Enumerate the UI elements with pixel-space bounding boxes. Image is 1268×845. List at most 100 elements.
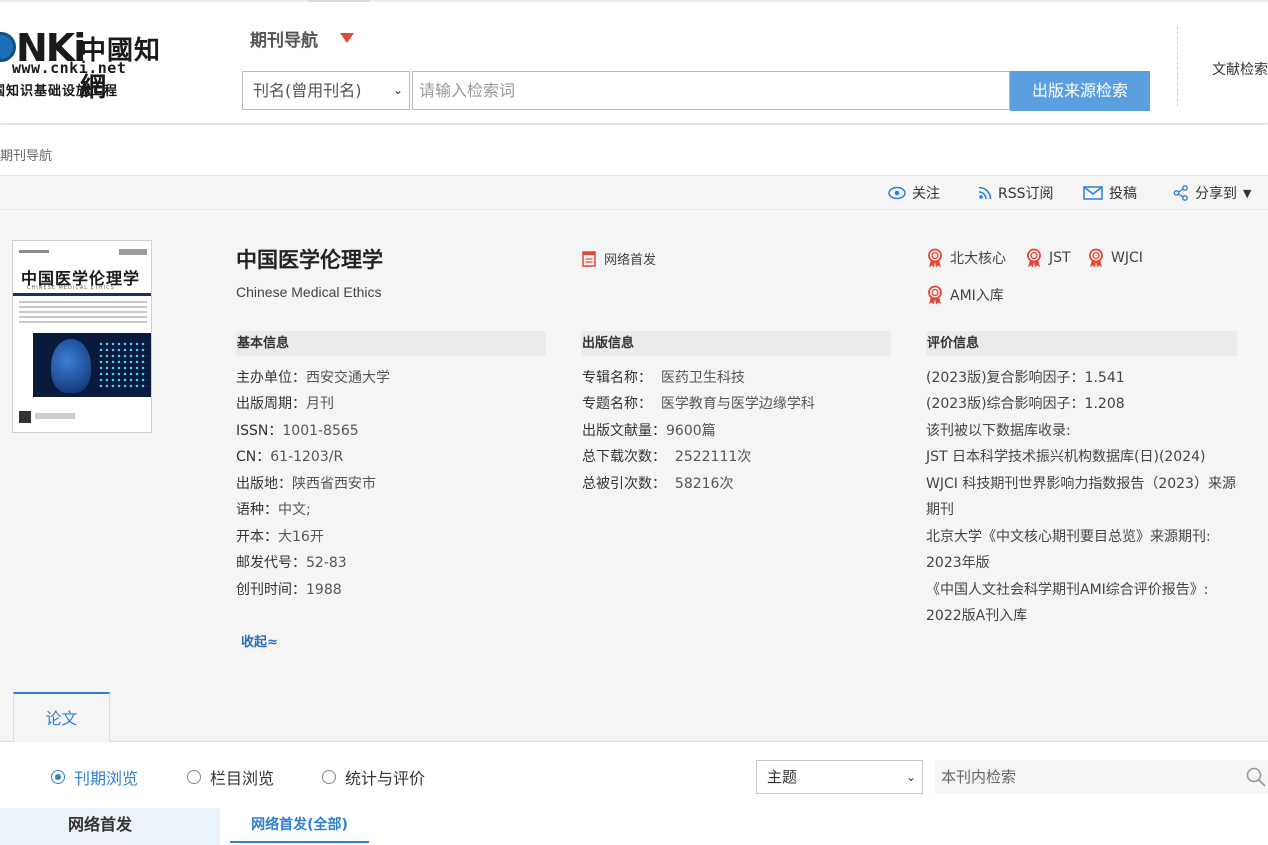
award-icon bbox=[928, 248, 942, 268]
eval-line: 《中国人文社会科学期刊AMI综合评价报告》: bbox=[926, 582, 1209, 598]
logo-subtitle: 国知识基础设施工程 bbox=[0, 84, 119, 99]
source-search-button[interactable]: 出版来源检索 bbox=[1010, 71, 1150, 111]
follow-button[interactable]: 关注 bbox=[888, 183, 940, 203]
radio-column-browse[interactable]: 栏目浏览 bbox=[187, 765, 274, 789]
info-row: 创刊时间：1988 bbox=[236, 582, 342, 598]
collapse-link[interactable]: 收起≈ bbox=[241, 631, 278, 650]
info-row: 总下载次数： 2522111次 bbox=[582, 449, 752, 465]
badge-ami[interactable]: AMI入库 bbox=[926, 285, 1004, 305]
left-panel-first-online[interactable]: 网络首发 bbox=[0, 808, 220, 845]
site-header: NKi 中國知網 www.cnki.net 国知识基础设施工程 期刊导航 刊名(… bbox=[0, 0, 1268, 124]
search-icon[interactable] bbox=[1246, 767, 1266, 787]
eval-line: (2023版)综合影响因子：1.208 bbox=[926, 396, 1125, 412]
first-online-label: 网络首发 bbox=[604, 253, 657, 268]
info-row: 语种：中文; bbox=[236, 502, 311, 518]
chevron-down-icon: ⌄ bbox=[392, 83, 403, 97]
inner-search-placeholder: 本刊内检索 bbox=[941, 768, 1017, 786]
cover-header-decoration bbox=[19, 249, 147, 255]
share-icon bbox=[1173, 185, 1188, 201]
chevron-down-icon: ⌄ bbox=[905, 770, 916, 784]
logo-url: www.cnki.net bbox=[12, 59, 127, 77]
badge-pku-core[interactable]: 北大核心 bbox=[926, 248, 1006, 268]
share-button[interactable]: 分享到 ▼ bbox=[1173, 183, 1251, 203]
document-icon bbox=[582, 250, 596, 267]
journal-title: 中国医学伦理学 bbox=[236, 248, 383, 272]
badge-label: 北大核心 bbox=[950, 251, 1006, 267]
badge-wjci[interactable]: WJCI bbox=[1087, 248, 1143, 268]
info-row: 出版地：陕西省西安市 bbox=[236, 476, 376, 492]
info-row: 开本：大16开 bbox=[236, 529, 324, 545]
search-field-select[interactable]: 刊名(曾用刊名) ⌄ bbox=[242, 71, 410, 110]
cover-band bbox=[13, 293, 151, 296]
radio-stats[interactable]: 统计与评价 bbox=[322, 765, 425, 789]
eval-line: 2022版A刊入库 bbox=[926, 608, 1028, 624]
cover-toc-lines bbox=[19, 301, 147, 331]
eval-line: 期刊 bbox=[926, 502, 954, 518]
journal-title-en: Chinese Medical Ethics bbox=[236, 284, 382, 300]
rss-button[interactable]: RSS订阅 bbox=[978, 183, 1054, 203]
eye-icon bbox=[888, 186, 906, 200]
header-top-line bbox=[0, 0, 1268, 2]
envelope-icon bbox=[1083, 186, 1103, 200]
radio-label: 栏目浏览 bbox=[210, 769, 275, 788]
tab-papers[interactable]: 论文 bbox=[13, 692, 110, 742]
journal-cover[interactable]: 中国医学伦理学 CHINESE MEDICAL ETHICS bbox=[12, 240, 152, 433]
award-icon bbox=[1089, 248, 1103, 268]
radio-circle-icon bbox=[187, 770, 201, 784]
radio-circle-icon bbox=[51, 770, 65, 784]
submit-label: 投稿 bbox=[1109, 186, 1137, 202]
triangle-down-icon[interactable] bbox=[340, 33, 354, 43]
cover-footer bbox=[35, 413, 75, 419]
breadcrumb-bar bbox=[0, 125, 1268, 175]
award-icon bbox=[1027, 248, 1041, 268]
info-row: 总被引次数： 58216次 bbox=[582, 476, 734, 492]
tab-first-online-all[interactable]: 网络首发(全部) bbox=[230, 808, 369, 843]
eval-line: 2023年版 bbox=[926, 555, 990, 571]
topic-select-value: 主题 bbox=[767, 768, 798, 786]
info-row: 出版文献量：9600篇 bbox=[582, 423, 716, 439]
badge-jst[interactable]: JST bbox=[1025, 248, 1071, 268]
share-label: 分享到 bbox=[1195, 186, 1237, 202]
cover-illustration bbox=[33, 333, 151, 397]
cover-subtitle: CHINESE MEDICAL ETHICS bbox=[27, 285, 115, 291]
radio-circle-icon bbox=[322, 770, 336, 784]
info-row: 邮发代号：52-83 bbox=[236, 555, 347, 571]
radio-label: 统计与评价 bbox=[345, 769, 426, 788]
doc-search-link[interactable]: 文献检索 bbox=[1212, 59, 1268, 79]
eval-info-heading: 评价信息 bbox=[926, 331, 1237, 356]
globe-icon bbox=[0, 32, 16, 62]
info-row: 出版周期：月刊 bbox=[236, 396, 334, 412]
topic-select[interactable]: 主题 ⌄ bbox=[756, 760, 923, 794]
award-icon bbox=[928, 285, 942, 305]
radio-label: 刊期浏览 bbox=[74, 769, 139, 788]
eval-line: (2023版)复合影响因子：1.541 bbox=[926, 370, 1125, 386]
search-placeholder: 请输入检索词 bbox=[419, 81, 516, 100]
follow-label: 关注 bbox=[912, 186, 940, 202]
info-row: ISSN：1001-8565 bbox=[236, 423, 359, 439]
badge-label: WJCI bbox=[1111, 250, 1143, 266]
search-input[interactable]: 请输入检索词 bbox=[412, 71, 1010, 110]
submit-button[interactable]: 投稿 bbox=[1083, 183, 1137, 203]
eval-line: JST 日本科学技术振兴机构数据库(日)(2024) bbox=[926, 449, 1206, 465]
eval-line: 该刊被以下数据库收录: bbox=[926, 423, 1071, 439]
inner-search-input[interactable]: 本刊内检索 bbox=[935, 760, 1268, 794]
eval-line: WJCI 科技期刊世界影响力指数报告（2023）来源 bbox=[926, 476, 1236, 492]
radio-issue-browse[interactable]: 刊期浏览 bbox=[51, 765, 138, 789]
info-row: 主办单位：西安交通大学 bbox=[236, 370, 390, 386]
first-online-link[interactable]: 网络首发 bbox=[582, 249, 656, 268]
action-toolbar bbox=[0, 175, 1268, 210]
journal-nav-title[interactable]: 期刊导航 bbox=[250, 26, 318, 51]
eval-line: 北京大学《中文核心期刊要目总览》来源期刊: bbox=[926, 529, 1211, 545]
cnki-logo[interactable]: NKi 中國知網 www.cnki.net 国知识基础设施工程 bbox=[0, 22, 187, 103]
rss-icon bbox=[978, 186, 992, 200]
badge-label: JST bbox=[1049, 250, 1071, 266]
basic-info-heading: 基本信息 bbox=[236, 331, 546, 356]
info-row: CN：61-1203/R bbox=[236, 449, 344, 465]
rss-label: RSS订阅 bbox=[998, 186, 1054, 202]
badge-label: AMI入库 bbox=[950, 288, 1004, 304]
left-panel-label: 网络首发 bbox=[67, 815, 132, 834]
search-field-value: 刊名(曾用刊名) bbox=[253, 81, 362, 100]
caret-down-icon: ▼ bbox=[1243, 186, 1252, 200]
header-divider bbox=[1177, 26, 1178, 106]
breadcrumb[interactable]: 期刊导航 bbox=[0, 145, 52, 164]
